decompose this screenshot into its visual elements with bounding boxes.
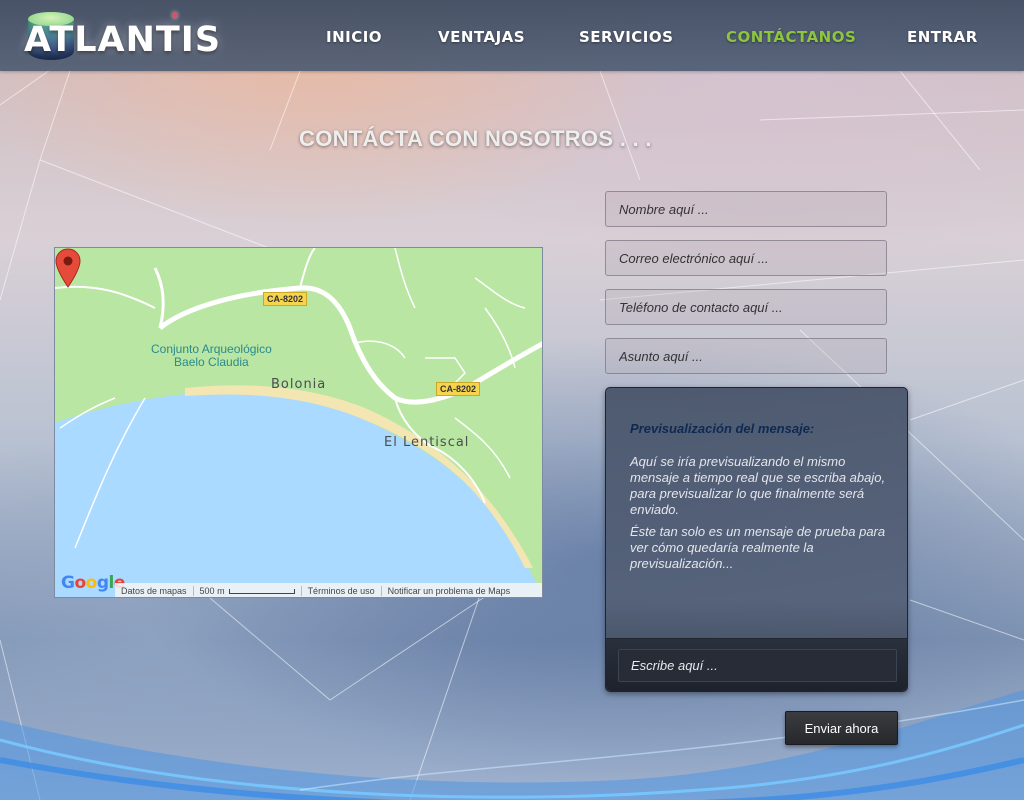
top-navbar: ♦ ATLANTIS INICIO VENTAJAS SERVICIOS CON… <box>0 0 1024 71</box>
nav-entrar[interactable]: ENTRAR <box>907 28 978 50</box>
map-footer: Datos de mapas 500 m Términos de uso Not… <box>115 583 542 597</box>
message-input-bar <box>606 639 907 691</box>
nav-ventajas[interactable]: VENTAJAS <box>438 28 525 50</box>
name-input[interactable] <box>605 191 887 227</box>
email-input[interactable] <box>605 240 887 276</box>
nav-servicios[interactable]: SERVICIOS <box>579 28 673 50</box>
scale-bar <box>228 588 295 594</box>
map-data-link[interactable]: Datos de mapas <box>115 586 193 596</box>
preview-paragraph: Aquí se iría previsualizando el mismo me… <box>630 454 886 517</box>
map-terms-link[interactable]: Términos de uso <box>300 585 381 596</box>
message-input[interactable] <box>618 649 897 682</box>
send-button[interactable]: Enviar ahora <box>785 711 898 745</box>
preview-paragraph: Éste tan solo es un mensaje de prueba pa… <box>630 524 886 571</box>
town-label-bolonia: Bolonia <box>271 377 327 392</box>
poi-label: Conjunto Arqueológico Baelo Claudia <box>151 343 272 369</box>
phone-input[interactable] <box>605 289 887 325</box>
message-preview-panel: Previsualización del mensaje: Aquí se ir… <box>605 387 908 692</box>
poi-label-line2: Baelo Claudia <box>174 355 249 369</box>
map-report-link[interactable]: Notificar un problema de Maps <box>380 585 517 596</box>
nav-contactanos[interactable]: CONTÁCTANOS <box>726 28 856 50</box>
map-scale: 500 m <box>192 585 301 596</box>
page-title: CONTÁCTA CON NOSOTROS . . . <box>299 126 652 151</box>
atlantis-logo[interactable]: ♦ ATLANTIS <box>22 8 220 64</box>
road-label: CA-8202 <box>436 382 481 396</box>
road-label: CA-8202 <box>263 292 308 306</box>
logo-text: ATLANTIS <box>24 20 222 60</box>
subject-input[interactable] <box>605 338 887 374</box>
preview-title: Previsualización del mensaje: <box>630 421 815 436</box>
town-label-el-lentiscal: El Lentiscal <box>384 435 470 450</box>
map-pin-icon[interactable] <box>55 248 81 288</box>
map-scale-label: 500 m <box>199 585 225 596</box>
nav-inicio[interactable]: INICIO <box>326 28 382 50</box>
location-map[interactable]: Conjunto Arqueológico Baelo Claudia Bolo… <box>54 247 543 598</box>
